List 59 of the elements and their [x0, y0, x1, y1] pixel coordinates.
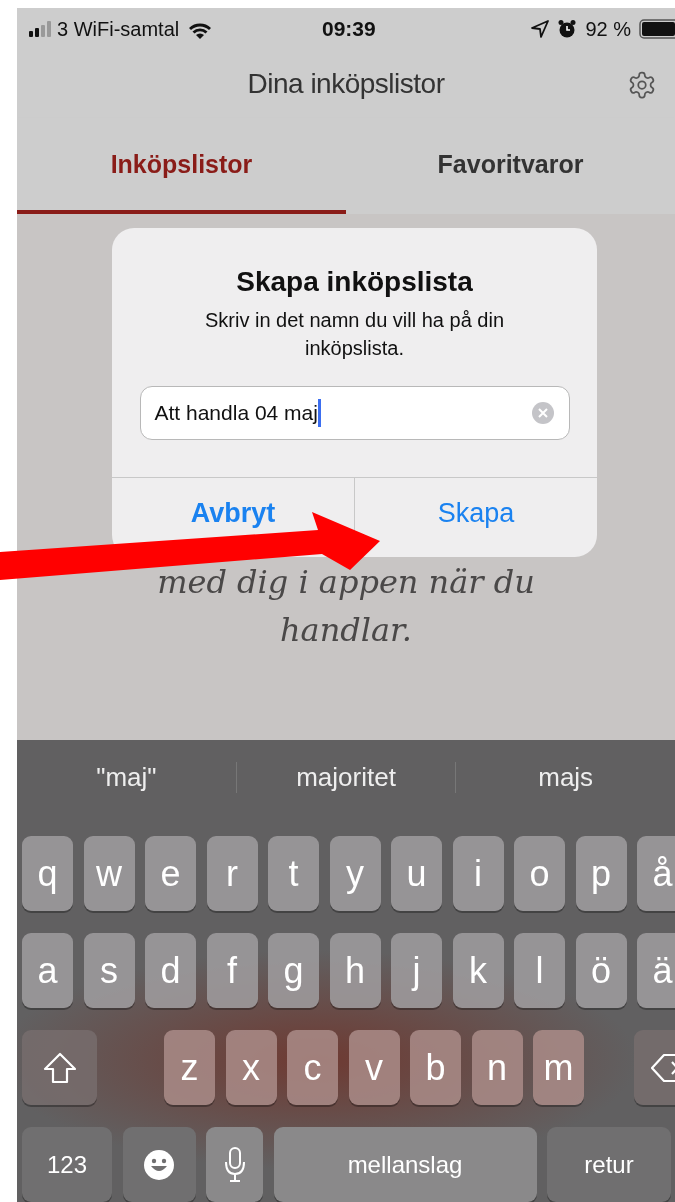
letter-key[interactable]: b [410, 1030, 461, 1105]
letter-key[interactable]: t [268, 836, 319, 911]
letter-key[interactable]: x [225, 1030, 277, 1105]
letter-key[interactable]: w [83, 836, 135, 911]
tab[interactable]: Favoritvaror [346, 118, 675, 214]
suggestion[interactable]: "maj" [17, 761, 236, 793]
dialog-title: Skapa inköpslista [236, 266, 473, 298]
status-time: 09:39 [322, 17, 376, 41]
letter-key[interactable]: y [329, 836, 381, 911]
letter-key[interactable]: e [145, 836, 196, 911]
letter-key[interactable]: d [145, 933, 196, 1008]
settings-icon[interactable] [627, 70, 657, 100]
shift-key[interactable] [22, 1030, 97, 1105]
letter-key[interactable]: g [268, 933, 319, 1008]
list-name-field[interactable]: Att handla 04 maj [139, 386, 570, 440]
return-key[interactable]: retur [547, 1127, 671, 1202]
battery-percentage: 92 % [585, 17, 631, 41]
suggestion[interactable]: majoritet [235, 761, 456, 793]
letter-key[interactable]: a [22, 933, 73, 1008]
letter-key[interactable]: f [206, 933, 258, 1008]
letter-key[interactable]: ö [575, 933, 627, 1008]
cancel-button[interactable]: Avbryt [190, 500, 276, 527]
numbers-key[interactable]: 123 [22, 1127, 112, 1202]
intro-text: handlar. [279, 610, 412, 651]
microphone-icon [223, 1146, 246, 1183]
space-key[interactable]: mellanslag [273, 1127, 537, 1202]
smiley-icon [143, 1148, 175, 1181]
battery-icon [639, 19, 675, 39]
alarm-clock-icon [557, 19, 578, 39]
letter-key[interactable]: p [575, 836, 627, 911]
letter-key[interactable]: m [533, 1030, 584, 1105]
letter-key[interactable]: k [452, 933, 504, 1008]
letter-key[interactable]: r [206, 836, 258, 911]
suggestion[interactable]: majs [455, 761, 675, 793]
letter-key[interactable]: c [287, 1030, 338, 1105]
letter-key[interactable]: å [637, 836, 675, 911]
dictation-key[interactable] [206, 1127, 263, 1202]
location-arrow-icon [531, 20, 550, 38]
letter-key[interactable]: i [452, 836, 504, 911]
letter-key[interactable]: j [391, 933, 442, 1008]
letter-key[interactable]: v [348, 1030, 400, 1105]
letter-key[interactable]: s [83, 933, 135, 1008]
dialog-message: Skriv in det namn du vill ha på din inköpslista. [203, 308, 506, 361]
create-button[interactable]: Skapa [437, 500, 515, 527]
letter-key[interactable]: h [329, 933, 381, 1008]
letter-key[interactable]: ä [637, 933, 675, 1008]
cellular-signal-icon [29, 21, 51, 37]
text-cursor [317, 399, 321, 427]
letter-key[interactable]: n [471, 1030, 523, 1105]
letter-key[interactable]: z [164, 1030, 215, 1105]
letter-key[interactable]: u [391, 836, 442, 911]
emoji-key[interactable] [122, 1127, 196, 1202]
carrier-name: 3 WiFi-samtal [57, 17, 180, 41]
shift-arrow-icon [42, 1051, 77, 1084]
letter-key[interactable]: q [22, 836, 73, 911]
screen-title: Dina inköpslistor [247, 68, 445, 100]
letter-key[interactable]: o [514, 836, 565, 911]
letter-key[interactable]: l [514, 933, 565, 1008]
intro-text: med dig i appen när du [157, 562, 535, 603]
